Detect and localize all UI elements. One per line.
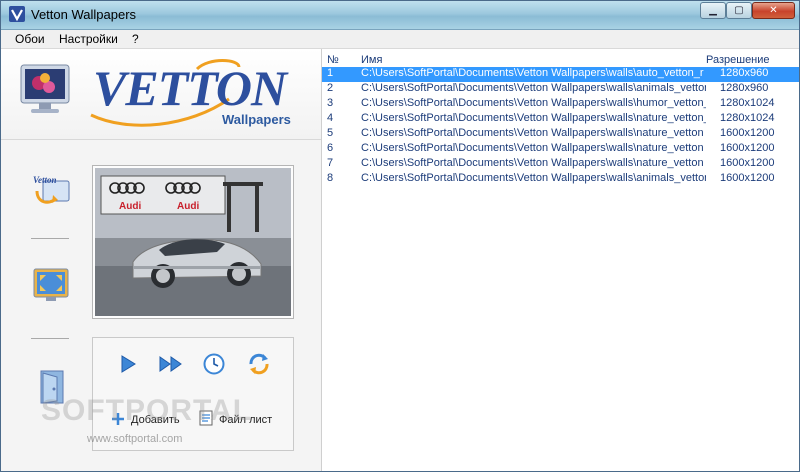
table-row[interactable]: 1 C:\Users\SoftPortal\Documents\Vetton Wa… [322, 67, 799, 82]
column-header-resolution[interactable]: Разрешение [706, 54, 770, 66]
row-file-path: C:\Users\SoftPortal\Documents\Vetton Wal… [361, 97, 706, 109]
menu-wallpapers[interactable]: Обои [15, 32, 45, 46]
table-row[interactable]: 5 C:\Users\SoftPortal\Documents\Vetton Wa… [322, 127, 799, 142]
logo-subtitle: Wallpapers [222, 112, 291, 127]
row-number: 6 [327, 142, 334, 154]
row-resolution: 1600x1200 [720, 172, 775, 184]
row-resolution: 1280x1024 [720, 97, 775, 109]
row-number: 7 [327, 157, 334, 169]
row-number: 1 [327, 67, 334, 79]
row-resolution: 1280x960 [720, 82, 769, 94]
list-header: № Имя Разрешение [322, 49, 799, 67]
fast-forward-icon[interactable] [159, 355, 183, 373]
app-logo-icon [9, 6, 25, 22]
sidebar-separator [31, 238, 69, 239]
maximize-button[interactable]: ▢ [726, 2, 752, 19]
row-resolution: 1280x960 [720, 67, 769, 79]
row-file-path: C:\Users\SoftPortal\Documents\Vetton Wal… [361, 157, 704, 169]
preview-banner-text: Audi [177, 201, 199, 212]
stretch-screen-icon[interactable] [31, 265, 71, 305]
row-resolution: 1600x1200 [720, 157, 775, 169]
row-file-path: C:\Users\SoftPortal\Documents\Vetton Wal… [361, 112, 706, 124]
minimize-button[interactable]: ▁ [700, 2, 726, 19]
row-number: 2 [327, 82, 334, 94]
menu-settings[interactable]: Настройки [59, 32, 118, 46]
refresh-icon[interactable] [247, 352, 271, 376]
row-file-path: C:\Users\SoftPortal\Documents\Vetton Wal… [361, 82, 706, 94]
wallpaper-preview: Audi Audi [92, 165, 294, 319]
app-window: Vetton Wallpapers ▁ ▢ ✕ Обои Настройки ? [0, 0, 800, 472]
logo-banner: VETTON Wallpapers [1, 49, 321, 140]
window-title: Vetton Wallpapers [31, 7, 137, 22]
table-row[interactable]: 6 C:\Users\SoftPortal\Documents\Vetton Wa… [322, 142, 799, 157]
row-resolution: 1600x1200 [720, 127, 775, 139]
column-header-name[interactable]: Имя [361, 54, 382, 66]
table-row[interactable]: 4 C:\Users\SoftPortal\Documents\Vetton Wa… [322, 112, 799, 127]
row-file-path: C:\Users\SoftPortal\Documents\Vetton Wal… [361, 142, 704, 154]
title-bar[interactable]: Vetton Wallpapers ▁ ▢ ✕ [1, 1, 799, 30]
watermark-url: www.softportal.com [87, 433, 183, 445]
left-panel: VETTON Wallpapers Vetton Audi Audi Добав… [1, 49, 322, 471]
row-resolution: 1600x1200 [720, 142, 775, 154]
row-file-path: C:\Users\SoftPortal\Documents\Vetton Wal… [361, 67, 704, 79]
row-number: 5 [327, 127, 334, 139]
monitor-logo-icon [20, 64, 70, 113]
row-resolution: 1280x1024 [720, 112, 775, 124]
menu-bar: Обои Настройки ? [1, 30, 799, 49]
preview-banner-text: Audi [119, 201, 141, 212]
svg-text:Vetton: Vetton [33, 175, 57, 185]
table-row[interactable]: 3 C:\Users\SoftPortal\Documents\Vetton Wa… [322, 97, 799, 112]
row-file-path: C:\Users\SoftPortal\Documents\Vetton Wal… [361, 172, 706, 184]
vetton-wallpaper-icon[interactable]: Vetton [31, 169, 71, 209]
clock-icon[interactable] [203, 353, 225, 375]
logo-brand-text: VETTON [93, 60, 287, 116]
sidebar-separator [31, 338, 69, 339]
wallpaper-list[interactable]: № Имя Разрешение 1 C:\Users\SoftPortal\Do… [322, 49, 799, 471]
row-number: 8 [327, 172, 334, 184]
column-header-number[interactable]: № [327, 54, 339, 66]
menu-help[interactable]: ? [132, 32, 139, 46]
row-file-path: C:\Users\SoftPortal\Documents\Vetton Wal… [361, 127, 704, 139]
table-row[interactable]: 8 C:\Users\SoftPortal\Documents\Vetton Wa… [322, 172, 799, 187]
row-number: 4 [327, 112, 334, 124]
watermark-text: SOFTPORTAL [41, 394, 253, 427]
table-row[interactable]: 2 C:\Users\SoftPortal\Documents\Vetton Wa… [322, 82, 799, 97]
play-icon[interactable] [119, 355, 137, 373]
table-row[interactable]: 7 C:\Users\SoftPortal\Documents\Vetton Wa… [322, 157, 799, 172]
close-button[interactable]: ✕ [752, 2, 795, 19]
row-number: 3 [327, 97, 334, 109]
